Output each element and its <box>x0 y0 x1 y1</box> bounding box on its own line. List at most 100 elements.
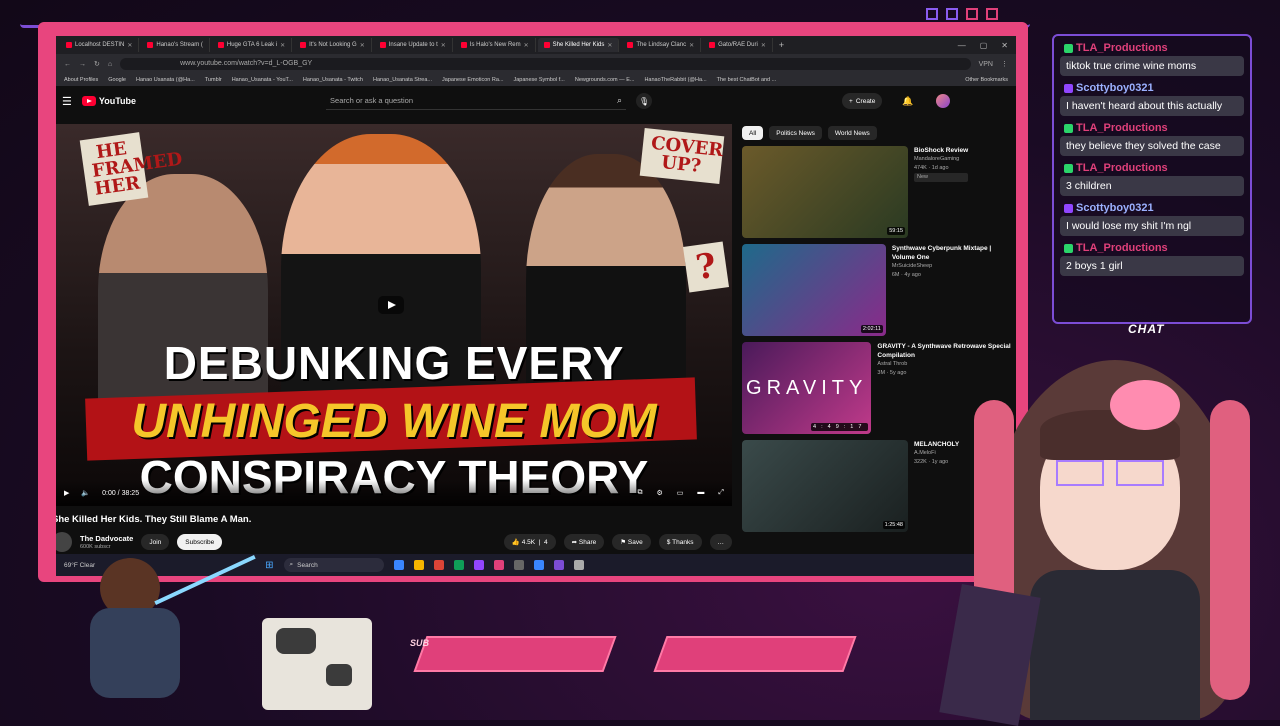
close-window-icon[interactable]: ✕ <box>1001 41 1008 50</box>
close-icon[interactable]: ✕ <box>689 42 694 49</box>
chip-politics-news[interactable]: Politics News <box>769 126 822 140</box>
video-meta: 474K · 1d ago <box>914 165 949 171</box>
browser-tab[interactable]: It's Not Looking G ✕ <box>294 38 372 52</box>
bookmark-item[interactable]: Hanao Usanata (@Ha... <box>136 77 195 83</box>
theater-icon[interactable]: ▬ <box>697 489 704 497</box>
close-icon[interactable]: ✕ <box>607 42 612 49</box>
close-icon[interactable]: ✕ <box>441 42 446 49</box>
home-icon[interactable]: ⌂ <box>108 61 112 68</box>
chat-text: 2 boys 1 girl <box>1060 256 1244 276</box>
close-icon[interactable]: ✕ <box>280 42 285 49</box>
close-icon[interactable]: ✕ <box>524 42 529 49</box>
volume-icon[interactable]: 🔈 <box>81 489 90 497</box>
url-field[interactable]: www.youtube.com/watch?v=d_L-OGB_GY <box>120 58 971 70</box>
browser-tab[interactable]: Is Halo's New Rem ✕ <box>455 38 536 52</box>
captions-icon[interactable]: ⧉ <box>637 489 642 497</box>
like-button[interactable]: 👍 4.5K | 4 <box>503 534 556 550</box>
chip-world-news[interactable]: World News <box>827 126 877 140</box>
miniplayer-icon[interactable]: ▭ <box>677 489 684 497</box>
browser-tab[interactable]: Gato/RAE Duri ✕ <box>703 38 773 52</box>
video-duration: 4:49:17 <box>811 423 869 431</box>
video-play-overlay-icon[interactable] <box>378 296 404 314</box>
notifications-icon[interactable]: 🔔 <box>902 96 913 107</box>
avatar-hair-pink <box>1210 400 1250 700</box>
menu-icon[interactable]: ☰ <box>62 95 72 108</box>
channel-name[interactable]: The Dadvocate <box>80 534 133 543</box>
video-player[interactable]: HE FRAMED HER COVER UP? ? DEBUNKING EVER… <box>56 124 732 506</box>
bookmark-item[interactable]: Japanese Emoticon Ra... <box>442 77 503 83</box>
create-button[interactable]: + Create <box>842 93 883 109</box>
browser-tab[interactable]: Hanao's Stream ( <box>141 38 210 52</box>
bookmark-item[interactable]: Hanao_Usanata - YouT... <box>232 77 293 83</box>
browser-tab[interactable]: Insane Update to t ✕ <box>374 38 453 52</box>
youtube-logo[interactable]: YouTube <box>81 96 136 106</box>
taskbar-app-icon[interactable] <box>473 560 484 570</box>
recommended-video[interactable]: 2:02:11 Synthwave Cyberpunk Mixtape | Vo… <box>742 244 1012 336</box>
vpn-badge[interactable]: VPN <box>979 61 993 68</box>
back-icon[interactable]: ← <box>64 61 71 68</box>
taskbar-app-icon[interactable] <box>393 560 404 570</box>
search-icon[interactable]: ⌕ <box>617 95 626 106</box>
reload-icon[interactable]: ↻ <box>94 60 100 68</box>
video-title[interactable]: Synthwave Cyberpunk Mixtape | Volume One <box>892 244 1012 262</box>
taskbar-app-icon[interactable] <box>493 560 504 570</box>
kick-icon <box>1064 43 1073 53</box>
browser-tab[interactable]: The Lindsay Clanc ✕ <box>621 38 702 52</box>
video-thumbnail[interactable]: 1:25:48 <box>742 440 908 532</box>
video-thumbnail[interactable]: 59:15 <box>742 146 908 238</box>
bookmark-item[interactable]: Newgrounds.com — E... <box>575 77 635 83</box>
microphone-icon[interactable]: 🎙 <box>636 93 653 109</box>
video-thumbnail[interactable]: GRAVITY 4:49:17 <box>742 342 872 434</box>
settings-icon[interactable]: ⚙ <box>656 489 662 497</box>
extensions-icon[interactable]: ⋮ <box>1001 60 1008 68</box>
taskbar-app-icon[interactable] <box>553 560 564 570</box>
chat-username: TLA_Productions <box>1076 122 1168 134</box>
more-actions-icon[interactable]: … <box>709 534 732 550</box>
play-icon[interactable]: ▶ <box>64 489 69 497</box>
search-input[interactable]: Search or ask a question ⌕ <box>326 92 627 110</box>
share-button[interactable]: ➦ Share <box>563 534 605 550</box>
minimize-icon[interactable]: — <box>958 41 966 50</box>
account-avatar[interactable] <box>935 94 950 108</box>
save-button[interactable]: ⚑ Save <box>612 534 651 550</box>
taskbar-app-icon[interactable] <box>453 560 464 570</box>
browser-tab[interactable]: Huge GTA 6 Leak i ✕ <box>212 38 293 52</box>
recommended-video[interactable]: 59:15 BioShock Review MandaloreGaming 474K… <box>742 146 1012 238</box>
bookmark-folder[interactable]: Other Bookmarks <box>965 77 1008 83</box>
thanks-button[interactable]: $ Thanks <box>658 534 702 550</box>
video-title[interactable]: BioShock Review <box>914 146 968 155</box>
taskbar-app-icon[interactable] <box>513 560 524 570</box>
forward-icon[interactable]: → <box>79 61 86 68</box>
overlay-square <box>946 8 958 20</box>
bookmark-item[interactable]: Google <box>108 77 126 83</box>
maximize-icon[interactable]: ▢ <box>980 41 988 50</box>
bookmark-item[interactable]: Hanao_Usanata Strea... <box>373 77 432 83</box>
taskbar-search[interactable]: ⌕ Search <box>283 558 384 572</box>
chip-all[interactable]: All <box>742 126 764 140</box>
video-title[interactable]: MELANCHOLY <box>914 440 959 449</box>
close-icon[interactable]: ✕ <box>360 42 365 49</box>
bookmark-item[interactable]: Japanese Symbol f... <box>513 77 564 83</box>
bookmark-icon: ⚑ <box>620 539 628 546</box>
taskbar-app-icon[interactable] <box>413 560 424 570</box>
bookmark-item[interactable]: Hanao_Usanata - Twitch <box>303 77 363 83</box>
browser-tab[interactable]: Localhost DESTIN ✕ <box>60 38 140 52</box>
time-display: 0:00 / 38:25 <box>102 489 140 497</box>
fullscreen-icon[interactable]: ⤢ <box>718 489 724 497</box>
bookmark-item[interactable]: Tumblr <box>205 77 222 83</box>
bookmark-item[interactable]: About Profiles <box>64 77 98 83</box>
bookmark-item[interactable]: HanaoTheRabbit (@Ha... <box>644 77 706 83</box>
taskbar-app-icon[interactable] <box>533 560 544 570</box>
twitch-icon <box>1064 83 1073 93</box>
close-icon[interactable]: ✕ <box>127 42 132 49</box>
dislike-count[interactable]: 4 <box>544 539 548 546</box>
video-thumbnail[interactable]: 2:02:11 <box>742 244 886 336</box>
taskbar-app-icon[interactable] <box>573 560 584 570</box>
bookmark-item[interactable]: The best ChatBot and ... <box>717 77 777 83</box>
start-icon[interactable]: ⊞ <box>265 560 273 571</box>
youtube-header: ☰ YouTube Search or ask a question ⌕ 🎙 + C… <box>56 86 1016 116</box>
taskbar-app-icon[interactable] <box>433 560 444 570</box>
browser-tab-active[interactable]: She Killed Her Kids ✕ <box>537 38 620 52</box>
close-icon[interactable]: ✕ <box>761 42 766 49</box>
new-tab-icon[interactable]: + <box>775 40 784 50</box>
